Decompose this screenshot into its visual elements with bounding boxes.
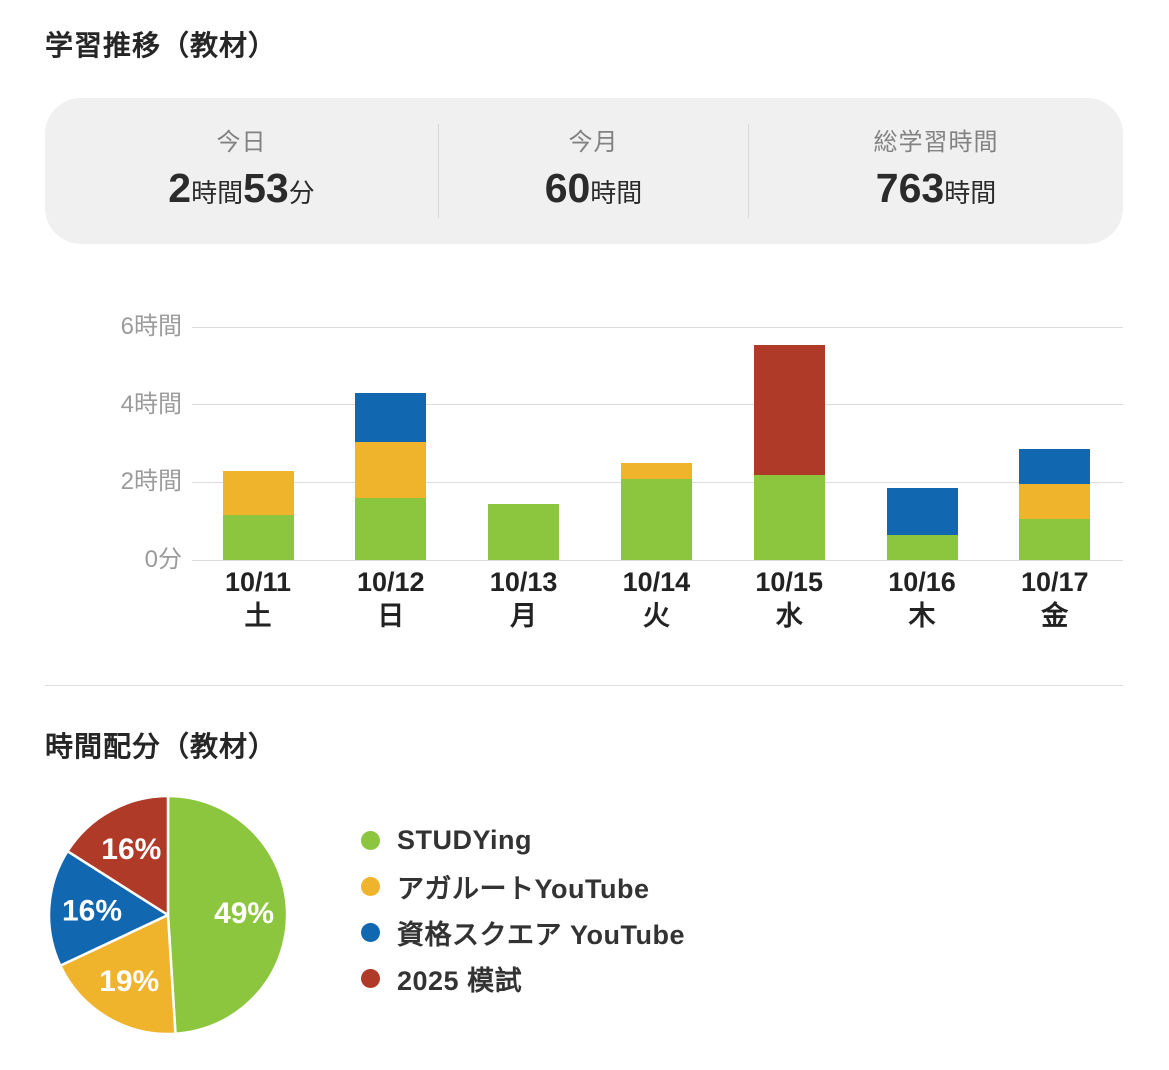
legend-dot-icon [361,830,380,850]
bar-segment [620,478,692,560]
legend-item-agaroot-youtube: アガルートYouTube [361,872,685,904]
pie-slice-percentage-label: 49% [214,897,274,930]
x-axis-weekday-label: 火 [642,601,670,631]
y-axis-tick-label: 0分 [144,546,182,573]
grid-line [192,404,1123,406]
legend-label: STUDYing [397,824,532,855]
bar-segment [355,497,427,560]
study-dashboard: 学習推移（教材） 今日 2時間53分 今月 60時間 総学習時間 763時間 0… [0,0,1169,1070]
x-axis-weekday-label: 金 [1041,601,1069,631]
x-axis-weekday-label: 土 [244,601,272,631]
pie-slice-percentage-label: 16% [101,833,161,866]
x-axis-date-label: 10/12 [357,567,425,597]
x-axis-date-label: 10/14 [622,567,691,597]
bar-segment [1019,449,1091,485]
y-axis-tick-label: 2時間 [120,468,182,496]
x-axis-date-label: 10/15 [755,567,823,597]
pie-legend: STUDYing アガルートYouTube 資格スクエア YouTube 202… [361,824,685,996]
legend-item-studying: STUDYing [361,824,685,855]
grid-line [192,326,1123,328]
bar-segment [355,441,427,498]
x-axis-date-label: 10/11 [224,567,292,597]
x-axis-weekday-label: 木 [908,601,936,631]
y-axis-tick-label: 4時間 [120,390,182,418]
y-axis-tick-label: 6時間 [120,313,182,341]
x-axis-weekday-label: 月 [510,601,538,631]
bar-segment [222,515,294,560]
x-axis-date-label: 10/16 [888,567,956,597]
legend-item-shikaku-square-youtube: 資格スクエア YouTube [361,918,685,950]
pie-slice-percentage-label: 16% [62,895,122,928]
bar-segment [886,488,958,535]
bar-segment [222,470,294,516]
legend-dot-icon [361,876,380,896]
pie-chart: 49% 19% 16% 16% [47,794,289,1036]
legend-item-2025-mock-exam: 2025 模試 [361,964,685,996]
x-axis-weekday-label: 水 [775,601,803,631]
bar-segment [886,534,958,560]
section-divider [45,685,1123,686]
x-axis-date-label: 10/13 [489,567,558,597]
bar-segment [1019,519,1091,560]
bar-segment [355,393,427,442]
bar-segment [488,503,560,560]
bar-segment [620,463,692,479]
bar-segment [1019,484,1091,520]
legend-label: アガルートYouTube [397,873,650,904]
legend-label: 資格スクエア YouTube [397,919,685,950]
pie-slice-percentage-label: 19% [99,965,159,998]
section-title-time-allocation: 時間配分（教材） [45,731,278,762]
legend-dot-icon [361,968,380,988]
legend-dot-icon [361,922,380,942]
bar-segment [753,474,825,560]
x-axis-date-label: 10/17 [1021,567,1089,597]
legend-label: 2025 模試 [397,965,523,996]
bar-segment [753,344,825,475]
x-axis-weekday-label: 日 [377,601,405,631]
